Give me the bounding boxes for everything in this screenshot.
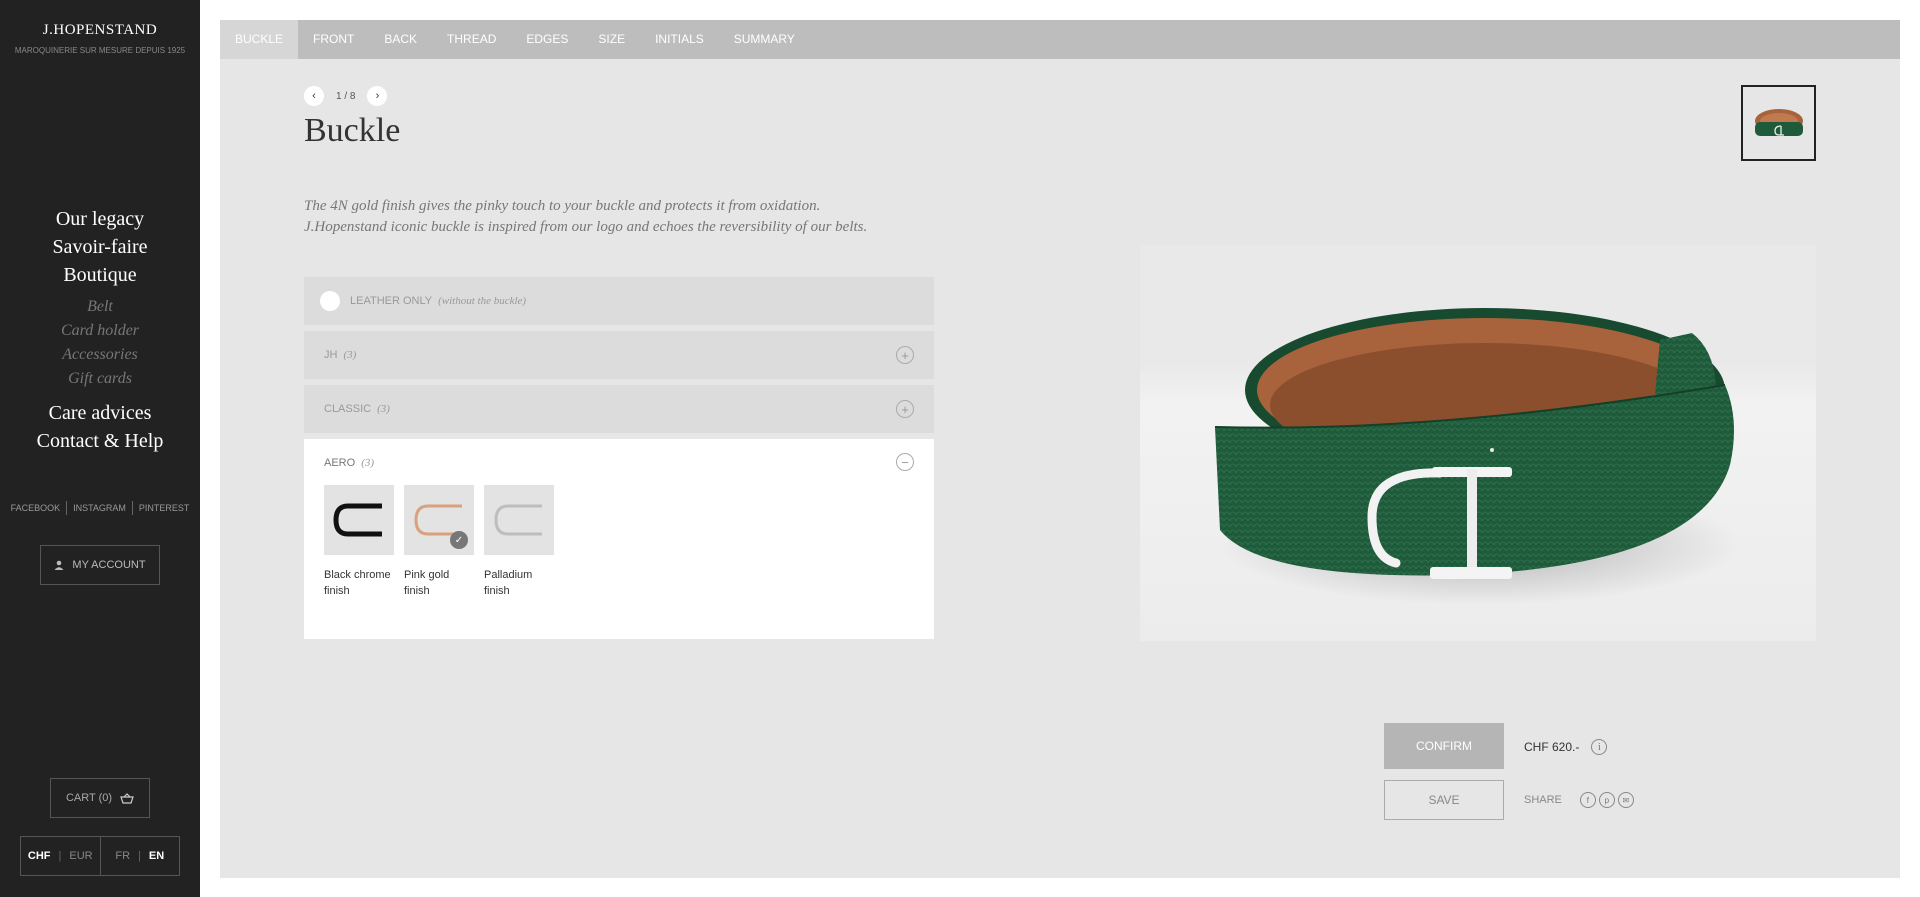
next-step-button[interactable]: › (367, 86, 388, 106)
cart-button[interactable]: CART (0) (50, 778, 150, 818)
expand-plus-icon[interactable]: + (896, 400, 914, 418)
step-pager: ‹ 1 / 8 › (304, 86, 388, 106)
share-label: SHARE (1524, 794, 1562, 806)
sub-nav: Belt Card holder Accessories Gift cards (0, 295, 200, 391)
social-links: FACEBOOK INSTAGRAM PINTEREST (0, 501, 200, 515)
price-display: CHF 620.- i (1524, 739, 1608, 755)
tab-size[interactable]: SIZE (583, 20, 640, 59)
belt-image (1214, 308, 1740, 605)
product-thumbnail[interactable] (1741, 85, 1816, 161)
info-icon[interactable]: i (1591, 739, 1608, 755)
my-account-label: MY ACCOUNT (72, 559, 146, 571)
radio-button[interactable] (320, 291, 340, 311)
confirm-button[interactable]: CONFIRM (1384, 723, 1504, 769)
belt-thumbnail-image (1754, 109, 1803, 136)
buckle-black-icon (333, 503, 382, 537)
brand-tagline: MAROQUINERIE SUR MESURE DEPUIS 1925 (14, 46, 186, 55)
nav-our-legacy[interactable]: Our legacy (0, 205, 200, 233)
nav-card-holder[interactable]: Card holder (0, 319, 200, 343)
tab-summary[interactable]: SUMMARY (719, 20, 810, 59)
nav-accessories[interactable]: Accessories (0, 343, 200, 367)
tab-edges[interactable]: EDGES (511, 20, 583, 59)
buckle-palladium-icon (494, 504, 542, 536)
option-classic[interactable]: CLASSIC (3) + (304, 385, 934, 433)
pinterest-icon[interactable]: p (1598, 792, 1615, 808)
step-counter: 1 / 8 (336, 90, 356, 102)
save-button[interactable]: SAVE (1384, 780, 1504, 820)
currency-language-switcher: CHF | EUR FR | EN (20, 836, 180, 876)
tab-thread[interactable]: THREAD (432, 20, 511, 59)
chevron-right-icon: › (375, 90, 380, 102)
prev-step-button[interactable]: ‹ (304, 86, 324, 106)
option-aero: AERO (3) − Black chrome finish ✓ Pink gol… (304, 439, 934, 639)
tab-buckle[interactable]: BUCKLE (220, 20, 299, 59)
secondary-nav: Care advices Contact & Help (0, 399, 200, 455)
checkmark-icon: ✓ (450, 531, 468, 549)
email-icon[interactable]: ✉ (1617, 792, 1634, 808)
cart-label: CART (0) (65, 792, 113, 804)
currency-switcher: CHF | EUR (27, 850, 93, 862)
my-account-button[interactable]: MY ACCOUNT (40, 545, 160, 585)
sidebar: J.HOPENSTAND MAROQUINERIE SUR MESURE DEP… (0, 0, 200, 897)
language-fr[interactable]: FR (115, 850, 130, 862)
nav-contact-help[interactable]: Contact & Help (0, 427, 200, 455)
collapse-minus-icon[interactable]: − (896, 453, 914, 471)
language-switcher: FR | EN (99, 837, 180, 875)
brand-logo[interactable]: J.HOPENSTAND (0, 22, 200, 39)
product-image (1140, 245, 1816, 641)
tab-initials[interactable]: INITIALS (640, 20, 719, 59)
language-en[interactable]: EN (149, 850, 164, 862)
currency-eur[interactable]: EUR (69, 850, 92, 862)
buckle-options: LEATHER ONLY (without the buckle) JH (3)… (304, 277, 934, 645)
option-leather-only[interactable]: LEATHER ONLY (without the buckle) (304, 277, 934, 325)
option-jh[interactable]: JH (3) + (304, 331, 934, 379)
tab-front[interactable]: FRONT (298, 20, 369, 59)
pinterest-link[interactable]: PINTEREST (131, 501, 196, 515)
expand-plus-icon[interactable]: + (896, 346, 914, 364)
swatch-palladium[interactable]: Palladium finish (484, 485, 554, 599)
step-tabs: BUCKLE FRONT BACK THREAD EDGES SIZE INIT… (220, 20, 1900, 59)
share-section: SHARE f p ✉ (1524, 792, 1634, 808)
nav-belt[interactable]: Belt (0, 295, 200, 319)
swatch-pink-gold[interactable]: ✓ Pink gold finish (404, 485, 474, 599)
page-title: Buckle (304, 112, 401, 149)
finish-swatches: Black chrome finish ✓ Pink gold finish Pal… (324, 485, 554, 599)
nav-gift-cards[interactable]: Gift cards (0, 367, 200, 391)
nav-savoir-faire[interactable]: Savoir-faire (0, 233, 200, 261)
step-description: The 4N gold finish gives the pinky touch… (304, 198, 868, 235)
main-nav: Our legacy Savoir-faire Boutique (0, 205, 200, 289)
nav-boutique[interactable]: Boutique (0, 261, 200, 289)
swatch-black-chrome[interactable]: Black chrome finish (324, 485, 394, 599)
tab-back[interactable]: BACK (369, 20, 432, 59)
chevron-left-icon: ‹ (312, 90, 316, 102)
facebook-link[interactable]: FACEBOOK (5, 501, 67, 515)
facebook-icon[interactable]: f (1579, 792, 1596, 808)
currency-chf[interactable]: CHF (28, 850, 51, 862)
nav-care-advices[interactable]: Care advices (0, 399, 200, 427)
option-aero-header[interactable]: AERO (3) (324, 457, 374, 469)
configurator-panel: BUCKLE FRONT BACK THREAD EDGES SIZE INIT… (220, 20, 1900, 878)
instagram-link[interactable]: INSTAGRAM (66, 501, 132, 515)
user-icon (54, 560, 64, 570)
basket-icon (120, 792, 134, 804)
price-value: CHF 620.- (1524, 740, 1580, 754)
